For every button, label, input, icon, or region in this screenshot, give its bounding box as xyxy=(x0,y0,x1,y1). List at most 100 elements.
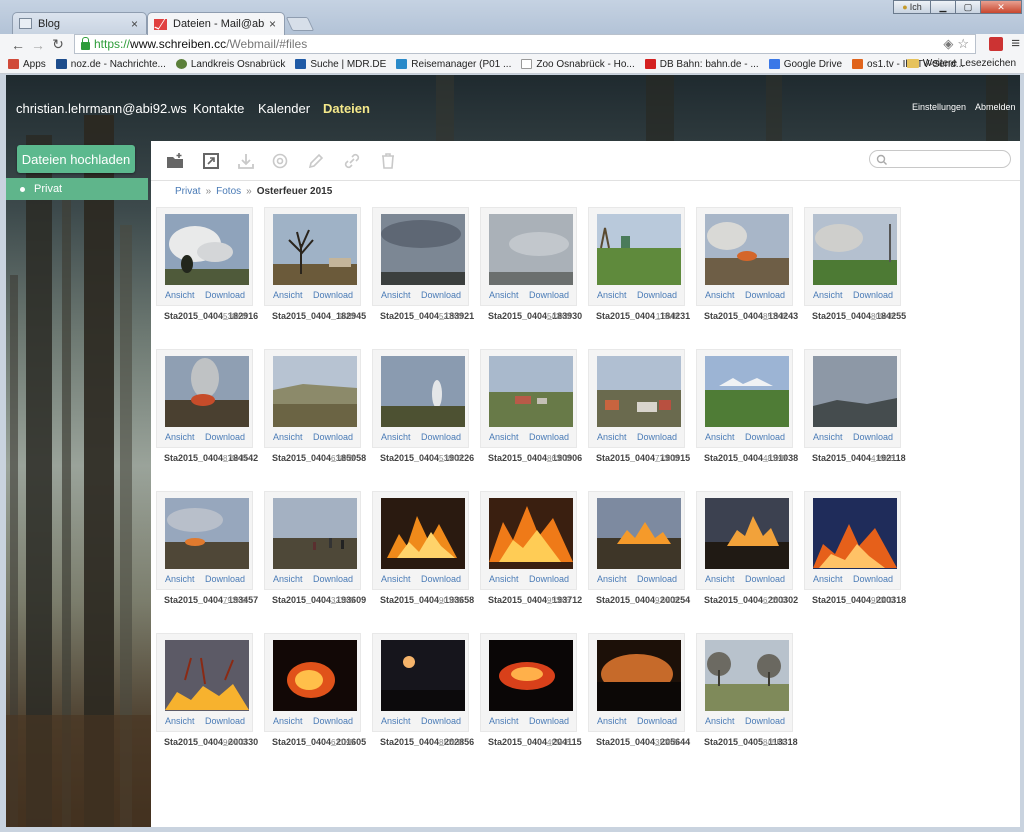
download-link[interactable]: Download xyxy=(637,574,677,584)
photo-thumbnail[interactable] xyxy=(813,214,897,285)
star-icon[interactable]: ☆ xyxy=(957,36,969,52)
download-link[interactable]: Download xyxy=(421,432,461,442)
download-link[interactable]: Download xyxy=(205,290,245,300)
download-link[interactable]: Download xyxy=(205,574,245,584)
photo-thumbnail[interactable] xyxy=(381,640,465,711)
nav-contacts[interactable]: Kontakte xyxy=(193,101,244,116)
photo-thumbnail[interactable] xyxy=(705,640,789,711)
file-card[interactable]: Ansicht Download Sta2015_0404_193712 953KB xyxy=(480,491,582,623)
view-link[interactable]: Ansicht xyxy=(381,574,411,584)
eye-icon[interactable]: ◈ xyxy=(943,36,953,52)
view-link[interactable]: Ansicht xyxy=(273,432,303,442)
photo-thumbnail[interactable] xyxy=(597,356,681,427)
file-card[interactable]: Ansicht Download Sta2015_0404_182916 538KB xyxy=(156,207,258,339)
view-link[interactable]: Ansicht xyxy=(165,574,195,584)
view-link[interactable]: Ansicht xyxy=(489,432,519,442)
photo-thumbnail[interactable] xyxy=(165,214,249,285)
download-link[interactable]: Download xyxy=(745,574,785,584)
sidebar-item-private[interactable]: Privat xyxy=(6,178,148,200)
file-card[interactable]: Ansicht Download Sta2015_0404_193658 901KB xyxy=(372,491,474,623)
download-link[interactable]: Download xyxy=(313,574,353,584)
photo-thumbnail[interactable] xyxy=(597,214,681,285)
bookmark-zoo[interactable]: Zoo Osnabrück - Ho... xyxy=(521,59,635,70)
view-link[interactable]: Ansicht xyxy=(597,574,627,584)
edit-icon[interactable] xyxy=(307,152,325,170)
download-link[interactable]: Download xyxy=(745,432,785,442)
photo-thumbnail[interactable] xyxy=(165,356,249,427)
file-card[interactable]: Ansicht Download Sta2015_0404_193457 792KB xyxy=(156,491,258,623)
photo-thumbnail[interactable] xyxy=(273,214,357,285)
download-link[interactable]: Download xyxy=(313,432,353,442)
close-icon[interactable]: × xyxy=(131,17,138,31)
file-card[interactable]: Ansicht Download Sta2015_0404_200318 953KB xyxy=(804,491,906,623)
download-link[interactable]: Download xyxy=(637,432,677,442)
search-input[interactable] xyxy=(869,150,1011,168)
file-card[interactable]: Ansicht Download Sta2015_0404_184243 857KB xyxy=(696,207,798,339)
bookmarks-folder[interactable]: Weitere Lesezeichen xyxy=(906,58,1016,69)
file-card[interactable]: Ansicht Download Sta2015_0404_190226 538KB xyxy=(372,349,474,481)
address-bar[interactable]: https://www.schreiben.cc/Webmail/#files … xyxy=(74,34,976,54)
photo-thumbnail[interactable] xyxy=(813,356,897,427)
file-card[interactable]: Ansicht Download Sta2015_0404_202856 852KB xyxy=(372,633,474,765)
view-link[interactable]: Ansicht xyxy=(705,432,735,442)
download-link[interactable]: Download xyxy=(745,290,785,300)
email-icon[interactable] xyxy=(271,152,289,170)
photo-thumbnail[interactable] xyxy=(705,214,789,285)
view-link[interactable]: Ansicht xyxy=(489,716,519,726)
user-account-link[interactable]: christian.lehrmann@abi92.ws xyxy=(16,101,187,116)
view-link[interactable]: Ansicht xyxy=(489,574,519,584)
view-link[interactable]: Ansicht xyxy=(273,574,303,584)
download-link[interactable]: Download xyxy=(313,716,353,726)
photo-thumbnail[interactable] xyxy=(489,356,573,427)
view-link[interactable]: Ansicht xyxy=(273,290,303,300)
photo-thumbnail[interactable] xyxy=(489,214,573,285)
download-link[interactable]: Download xyxy=(529,290,569,300)
download-link[interactable]: Download xyxy=(637,290,677,300)
view-link[interactable]: Ansicht xyxy=(705,574,735,584)
file-card[interactable]: Ansicht Download Sta2015_0405_113318 845KB xyxy=(696,633,798,765)
bookmark-reisemanager[interactable]: Reisemanager (P01 ... xyxy=(396,59,511,70)
download-link[interactable]: Download xyxy=(853,574,893,584)
tab-files[interactable]: Dateien - Mail@abi92.ws × xyxy=(147,12,285,35)
close-icon[interactable]: × xyxy=(269,17,276,31)
photo-thumbnail[interactable] xyxy=(813,498,897,569)
reload-icon[interactable]: ↻ xyxy=(48,36,68,53)
maximize-button[interactable]: ▢ xyxy=(955,0,981,14)
photo-thumbnail[interactable] xyxy=(165,498,249,569)
logout-link[interactable]: Abmelden xyxy=(975,102,1016,112)
photo-thumbnail[interactable] xyxy=(273,356,357,427)
download-link[interactable]: Download xyxy=(421,574,461,584)
download-link[interactable]: Download xyxy=(745,716,785,726)
file-card[interactable]: Ansicht Download Sta2015_0404_193609 327KB xyxy=(264,491,366,623)
download-link[interactable]: Download xyxy=(853,432,893,442)
download-link[interactable]: Download xyxy=(637,716,677,726)
photo-thumbnail[interactable] xyxy=(489,640,573,711)
trash-icon[interactable] xyxy=(379,152,397,170)
download-link[interactable]: Download xyxy=(529,716,569,726)
window-close-button[interactable]: ✕ xyxy=(980,0,1022,14)
file-card[interactable]: Ansicht Download Sta2015_0404_184542 875KB xyxy=(156,349,258,481)
file-card[interactable]: Ansicht Download Sta2015_0404_204115 495KB xyxy=(480,633,582,765)
photo-thumbnail[interactable] xyxy=(597,498,681,569)
settings-link[interactable]: Einstellungen xyxy=(912,102,966,112)
photo-thumbnail[interactable] xyxy=(597,640,681,711)
download-link[interactable]: Download xyxy=(205,432,245,442)
view-link[interactable]: Ansicht xyxy=(813,290,843,300)
file-card[interactable]: Ansicht Download Sta2015_0404_190906 863KB xyxy=(480,349,582,481)
view-link[interactable]: Ansicht xyxy=(813,574,843,584)
view-link[interactable]: Ansicht xyxy=(597,716,627,726)
open-external-icon[interactable] xyxy=(202,152,220,170)
file-card[interactable]: Ansicht Download Sta2015_0404_184255 805KB xyxy=(804,207,906,339)
bookmark-db[interactable]: DB Bahn: bahn.de - ... xyxy=(644,59,759,70)
nav-files[interactable]: Dateien xyxy=(323,101,370,116)
download-link[interactable]: Download xyxy=(205,716,245,726)
nav-calendar[interactable]: Kalender xyxy=(258,101,310,116)
photo-thumbnail[interactable] xyxy=(381,214,465,285)
bookmark-mdr[interactable]: Suche | MDR.DE xyxy=(295,59,386,70)
download-icon[interactable] xyxy=(237,152,255,170)
view-link[interactable]: Ansicht xyxy=(489,290,519,300)
link-icon[interactable] xyxy=(343,152,361,170)
view-link[interactable]: Ansicht xyxy=(705,716,735,726)
back-icon[interactable]: ← xyxy=(8,37,28,53)
photo-thumbnail[interactable] xyxy=(273,640,357,711)
